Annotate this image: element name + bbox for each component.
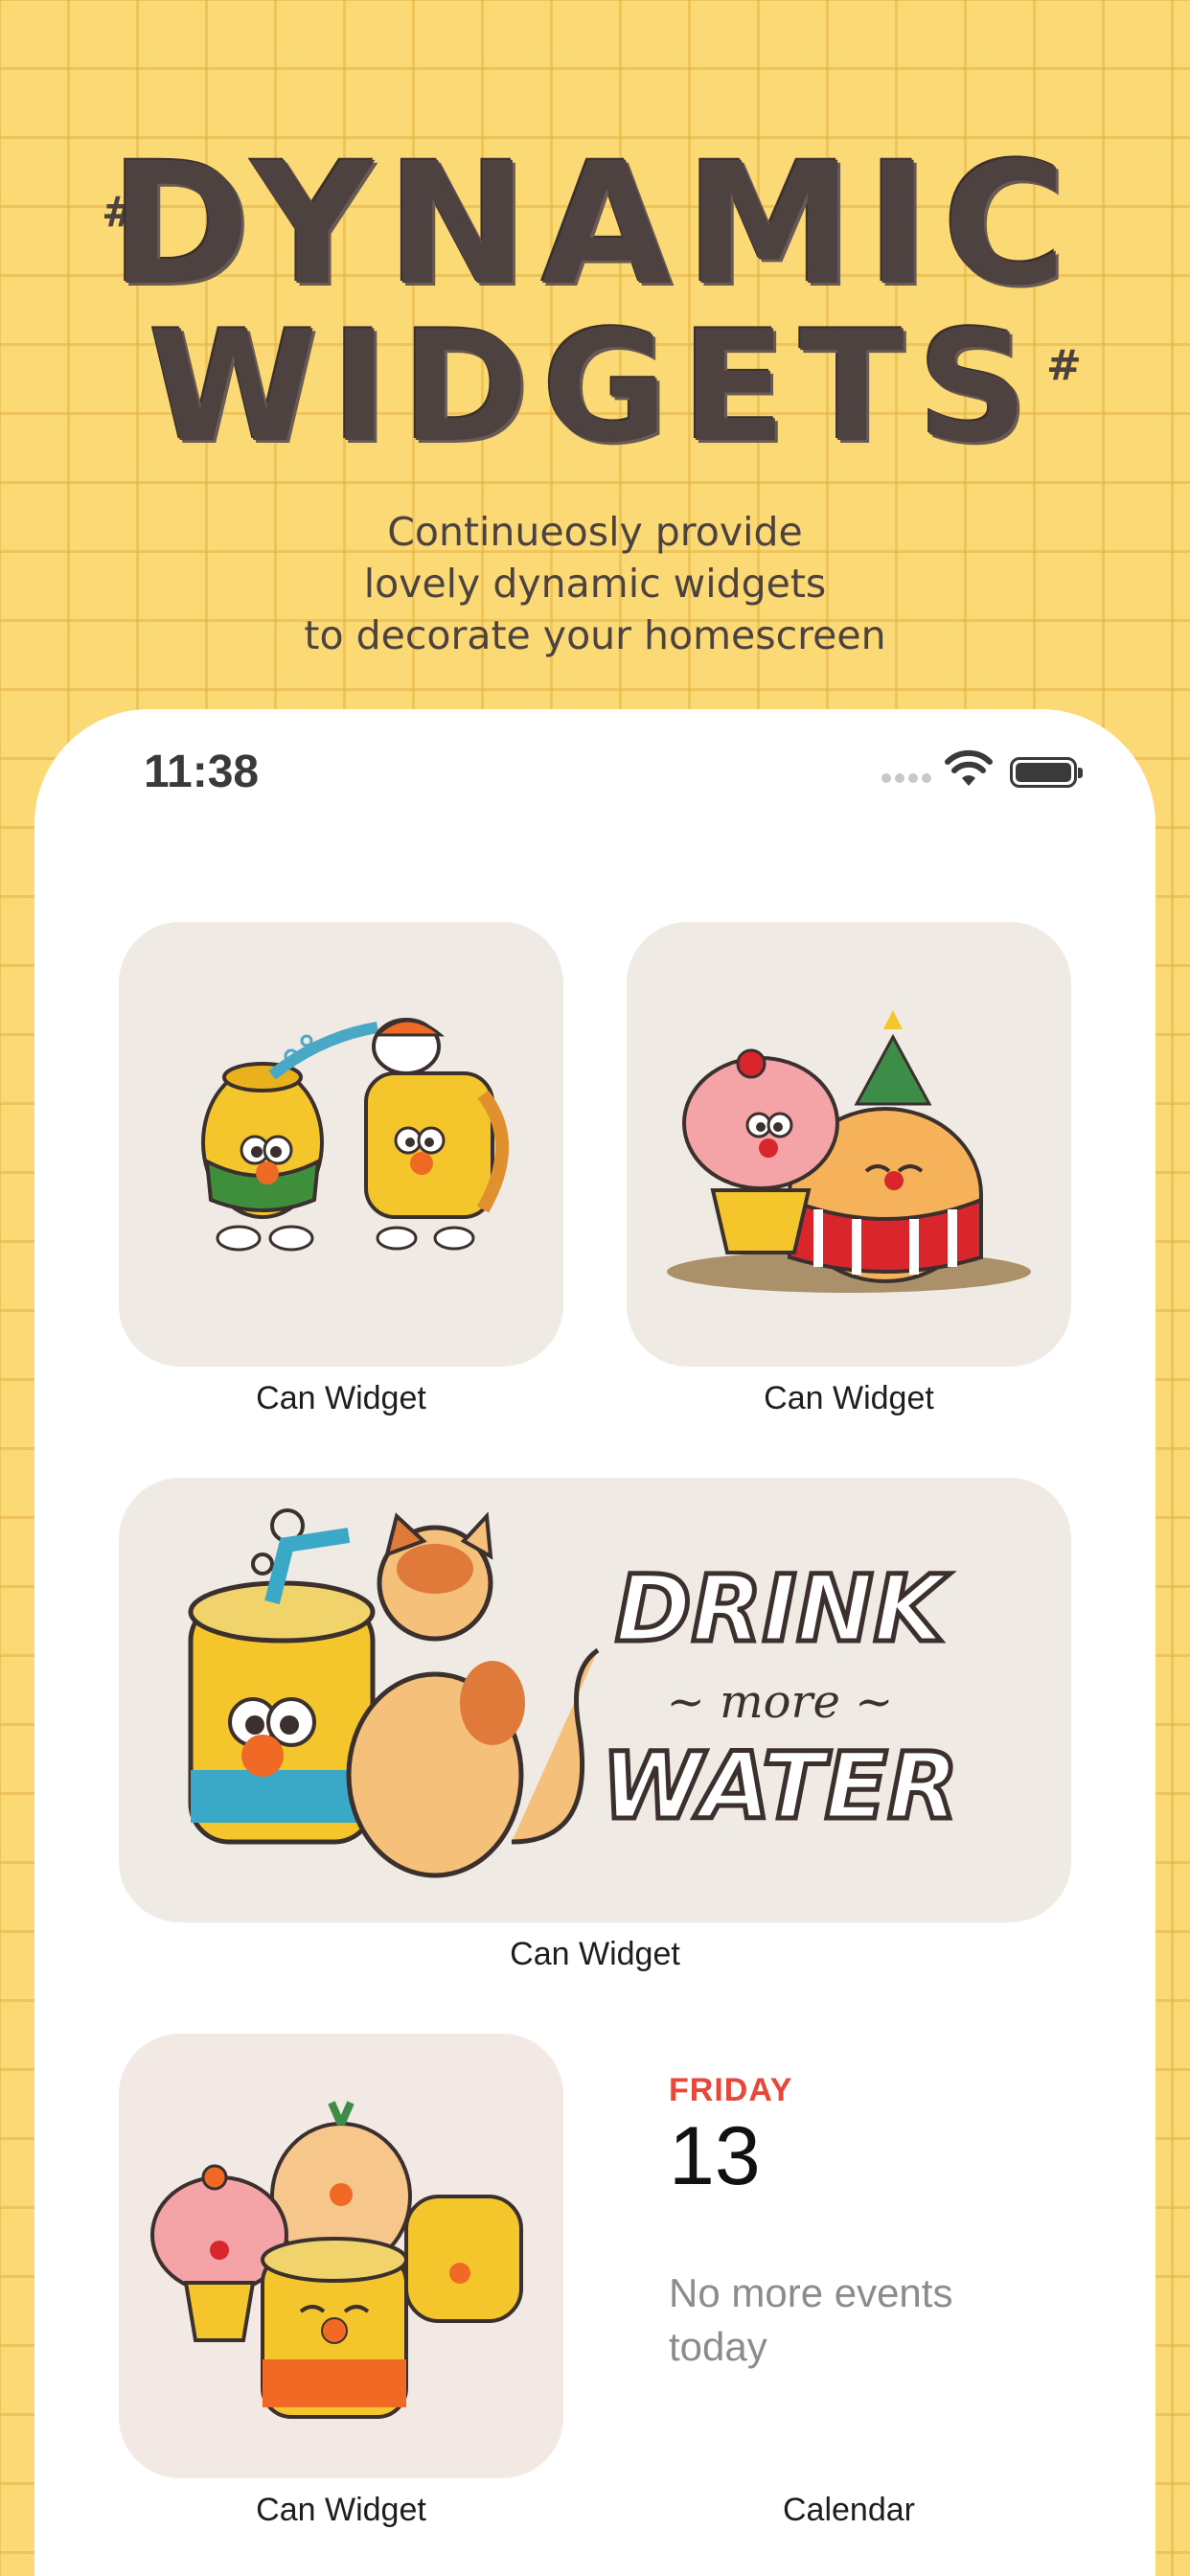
calendar-widget[interactable]: FRIDAY 13 No more events today [669,2072,1071,2474]
can-widget-3[interactable]: DRINK ~ more ~ WATER [119,1478,1071,1922]
widget-4-label: Can Widget [256,2492,426,2528]
can-and-bread-illustration [201,1018,509,1252]
title-line-1: DYNAMIC [109,126,1081,323]
more-lettering: ~ more ~ [667,1675,894,1729]
calendar-label: Calendar [783,2492,915,2528]
title-line-2: WIDGETS [149,297,1041,476]
battery-icon [1010,757,1083,788]
phone-screen: 11:38 Can Widget Can Widget DRINK ~ more… [34,709,1156,2576]
subtitle-line-1: Continueosly provide [387,509,803,555]
widget-3-label: Can Widget [510,1936,680,1972]
christmas-characters-illustration [667,1010,1031,1293]
subtitle-line-3: to decorate your homescreen [304,612,886,658]
can-widget-4[interactable] [119,2034,563,2478]
cellular-signal-icon [881,769,935,783]
group-characters-illustration [150,2101,523,2419]
water-lettering: WATER [602,1733,959,1840]
calendar-day: FRIDAY [669,2072,793,2108]
calendar-events: No more events today [669,2270,953,2369]
wifi-icon [945,749,993,786]
subtitle-line-2: lovely dynamic widgets [363,561,827,607]
drink-more-water-illustration: DRINK ~ more ~ WATER [188,1508,961,1878]
drink-lettering: DRINK [615,1555,951,1663]
calendar-date: 13 [669,2110,761,2202]
can-widget-1[interactable] [119,922,563,1367]
subtitle: Continueosly provide lovely dynamic widg… [0,506,1190,661]
widget-2-label: Can Widget [764,1380,934,1416]
status-time: 11:38 [144,747,260,797]
can-widget-2[interactable] [627,922,1071,1367]
widget-1-label: Can Widget [256,1380,426,1416]
